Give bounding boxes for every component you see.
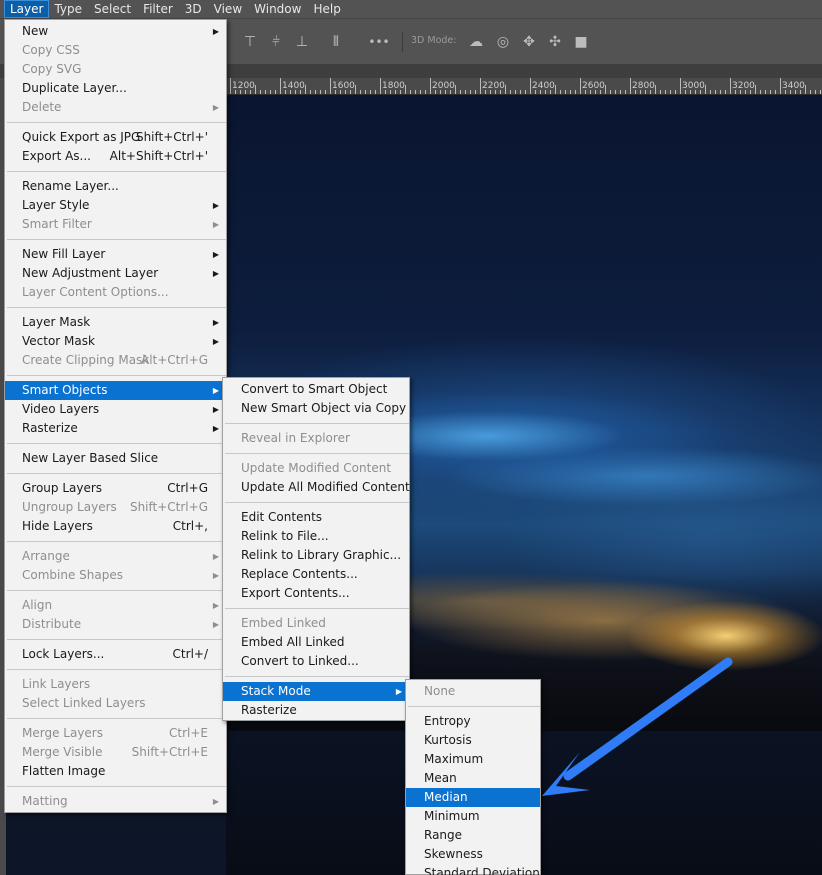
- arrow-shaft: [563, 657, 733, 781]
- pointer-arrow-annotation: [542, 657, 733, 796]
